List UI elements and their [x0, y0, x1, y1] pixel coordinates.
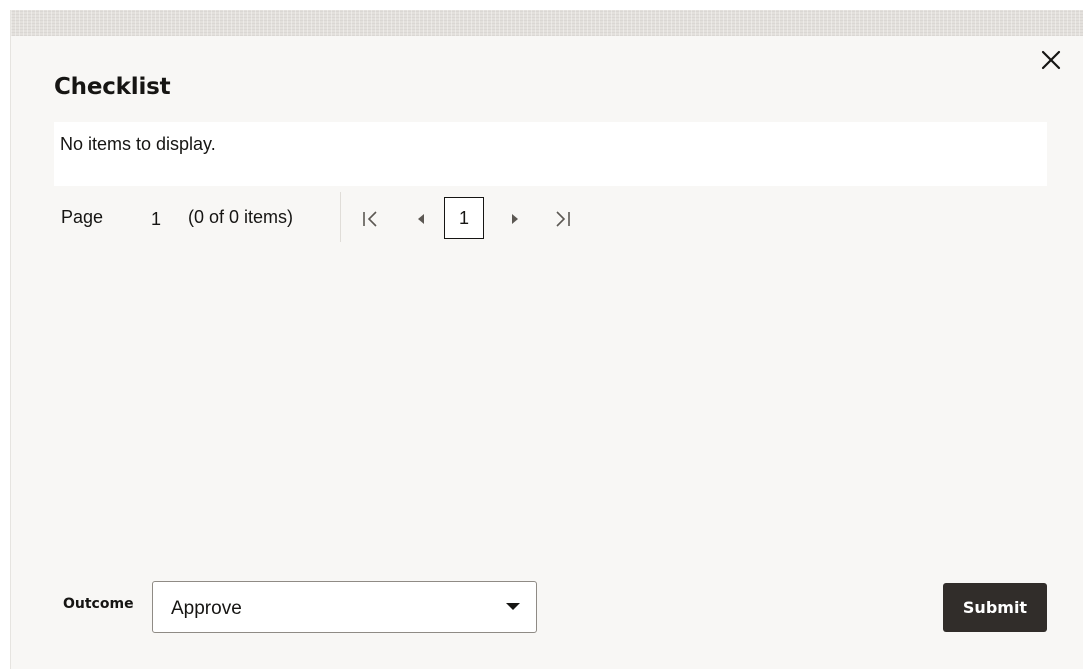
outcome-label: Outcome — [63, 596, 134, 612]
checklist-table: No items to display. — [54, 122, 1047, 186]
current-page-number: 1 — [151, 209, 162, 229]
close-icon[interactable] — [1040, 49, 1062, 71]
pager-divider — [340, 192, 341, 242]
checklist-dialog: Checklist No items to display. Page 1 (0… — [10, 10, 1083, 669]
submit-button[interactable]: Submit — [943, 583, 1047, 632]
next-page-icon[interactable] — [504, 208, 526, 230]
empty-message: No items to display. — [60, 134, 216, 154]
previous-page-icon[interactable] — [410, 208, 432, 230]
last-page-icon[interactable] — [551, 208, 573, 230]
page-1-button[interactable]: 1 — [444, 197, 484, 239]
item-count: (0 of 0 items) — [188, 207, 294, 227]
dialog-header-band — [11, 10, 1083, 36]
page-label: Page — [61, 207, 104, 227]
dialog-title: Checklist — [54, 74, 171, 100]
first-page-icon[interactable] — [360, 208, 382, 230]
outcome-select[interactable]: Approve — [152, 581, 537, 633]
outcome-selected-value: Approve — [171, 598, 242, 619]
chevron-down-icon — [506, 603, 520, 610]
pagination-bar: Page 1 (0 of 0 items) 1 — [54, 192, 654, 242]
